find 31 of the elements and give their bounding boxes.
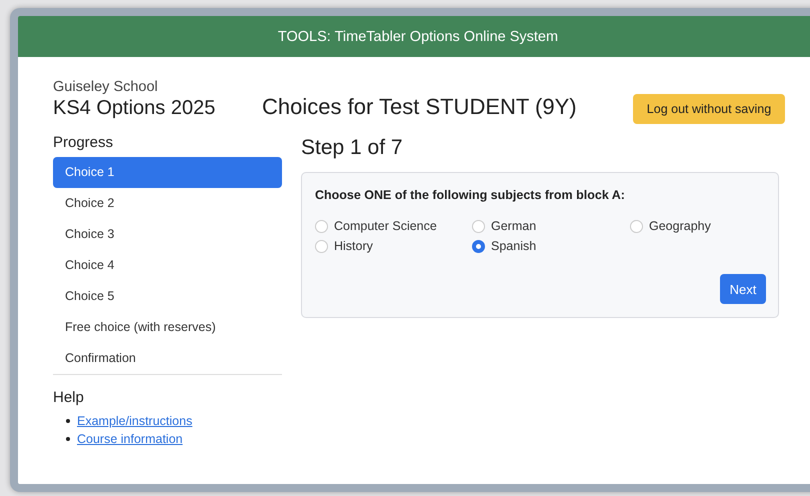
radio-button[interactable]: [315, 240, 328, 252]
bullet-icon: [66, 437, 70, 441]
progress-item[interactable]: Choice 1: [53, 157, 282, 188]
question-prompt: Choose ONE of the following subjects from block A:: [315, 188, 626, 202]
progress-item[interactable]: Free choice (with reserves): [53, 312, 282, 343]
option-label[interactable]: Geography: [649, 219, 711, 233]
radio-button[interactable]: [315, 220, 328, 232]
option-label[interactable]: Computer Science: [334, 219, 437, 233]
option-label[interactable]: History: [334, 239, 373, 253]
progress-item[interactable]: Choice 5: [53, 281, 282, 312]
school-name: Guiseley School: [53, 79, 159, 95]
option-label[interactable]: Spanish: [491, 239, 536, 253]
help-link[interactable]: Course information: [77, 432, 183, 446]
option-label[interactable]: German: [491, 219, 536, 233]
progress-item[interactable]: Confirmation: [53, 343, 282, 374]
options-title: KS4 Options 2025: [53, 97, 216, 120]
header-title: TOOLS: TimeTabler Options Online System: [278, 28, 558, 44]
radio-button[interactable]: [472, 220, 485, 232]
step-heading: Step 1 of 7: [301, 136, 404, 160]
bullet-icon: [66, 419, 70, 423]
next-button[interactable]: Next: [720, 274, 766, 304]
progress-heading: Progress: [53, 134, 114, 151]
help-heading: Help: [53, 389, 85, 406]
progress-item[interactable]: Choice 3: [53, 219, 282, 250]
radio-button[interactable]: [472, 240, 485, 252]
progress-item[interactable]: Choice 4: [53, 250, 282, 281]
radio-button[interactable]: [630, 220, 643, 232]
progress-item[interactable]: Choice 2: [53, 188, 282, 219]
logout-button[interactable]: Log out without saving: [633, 94, 785, 124]
page-title: Choices for Test STUDENT (9Y): [262, 94, 577, 120]
help-link[interactable]: Example/instructions: [77, 414, 192, 428]
